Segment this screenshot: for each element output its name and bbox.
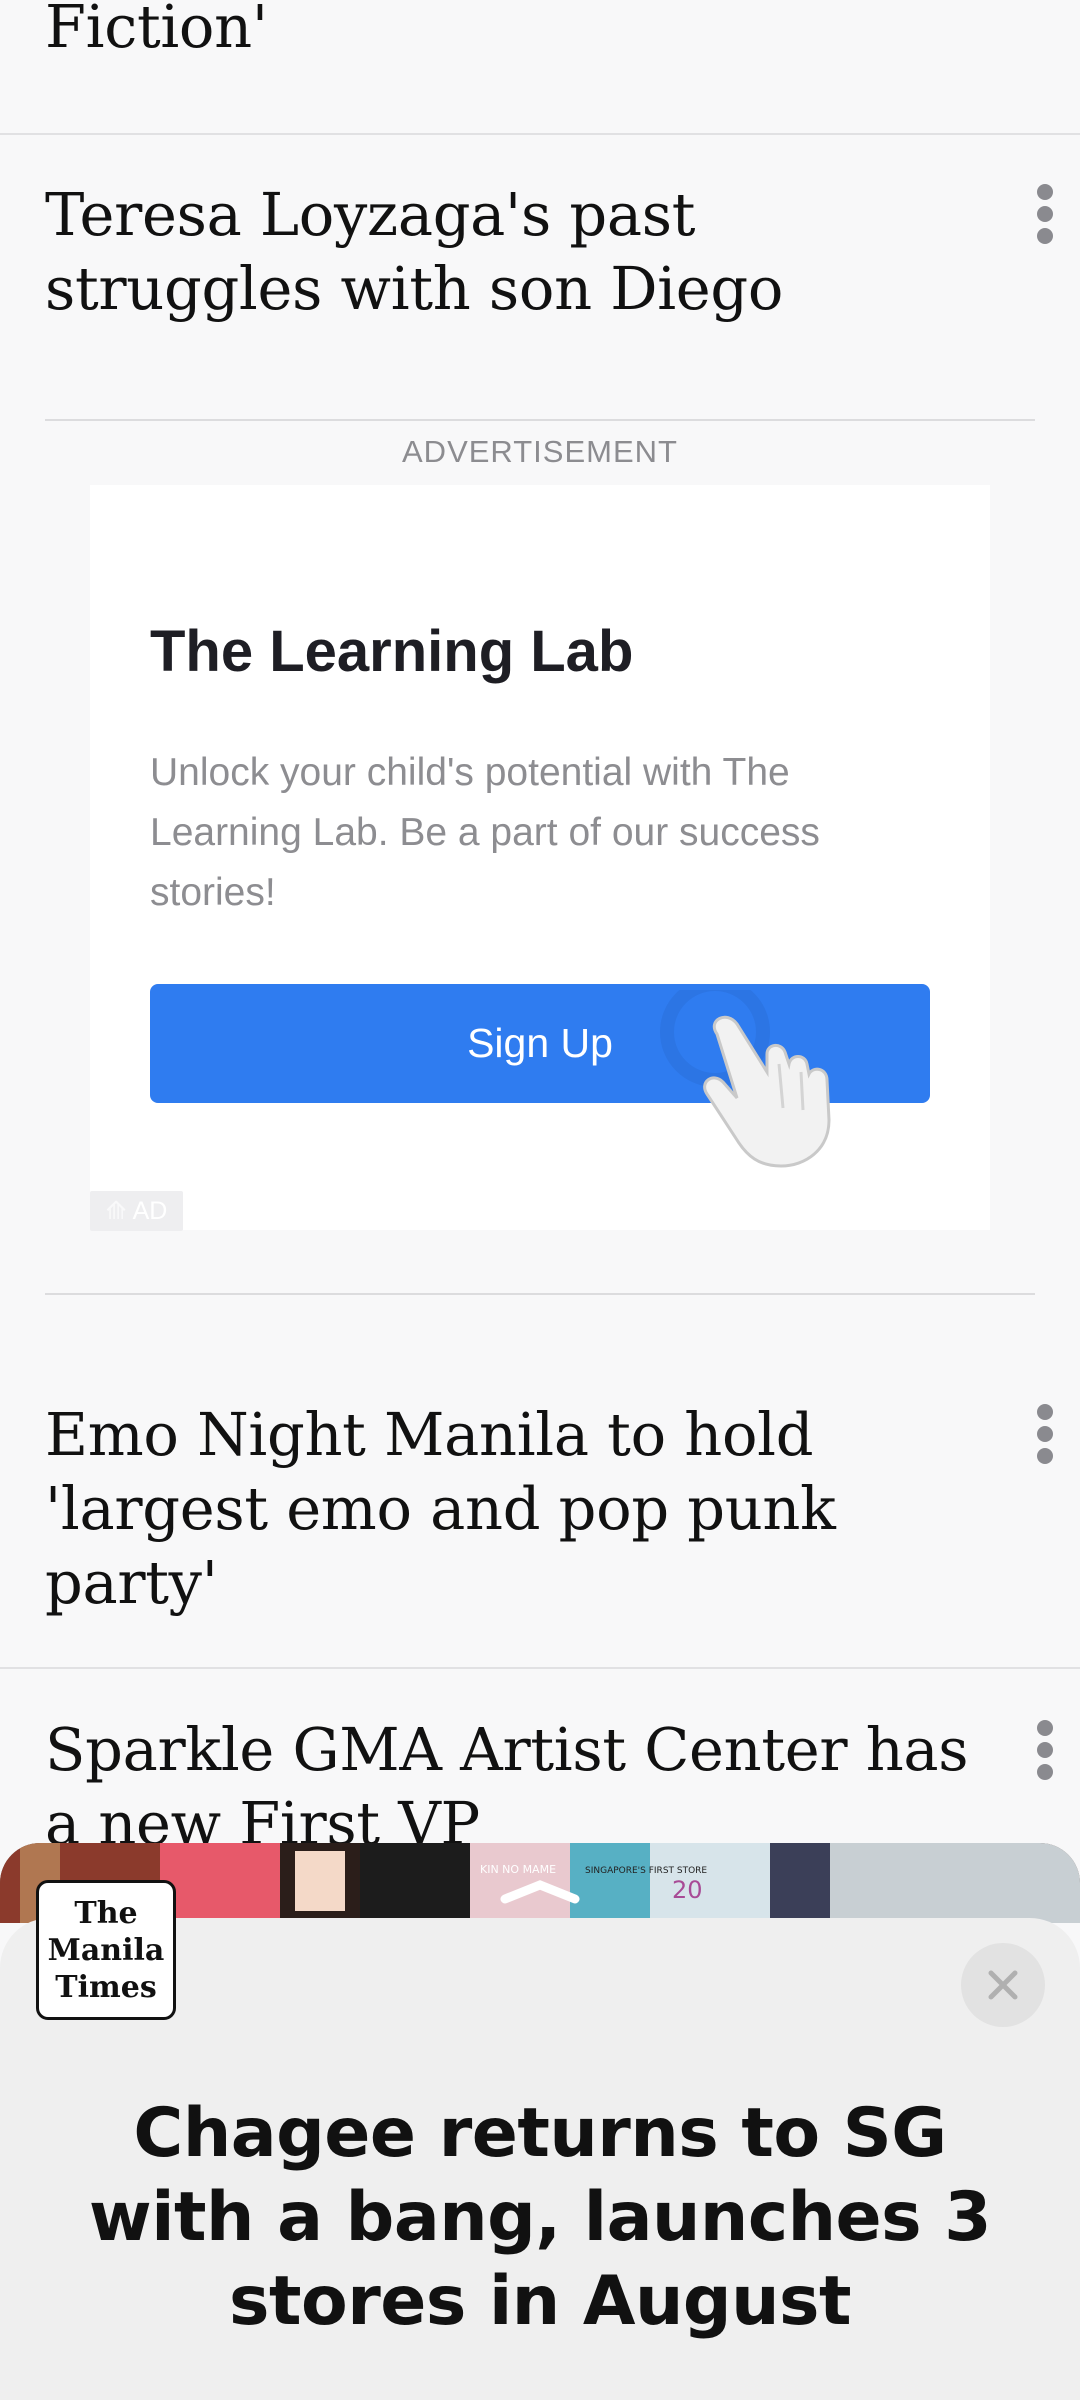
headline-item-3[interactable]: Emo Night Manila to hold 'largest emo an… (45, 1398, 990, 1620)
ad-badge[interactable]: ⟰ AD (90, 1191, 183, 1231)
logo-line: Manila (47, 1932, 165, 1968)
more-options-icon[interactable] (1032, 1404, 1058, 1464)
story-title[interactable]: Chagee returns to SG with a bang, launch… (40, 2092, 1040, 2344)
ad-divider-top (45, 419, 1035, 421)
headline-item-2[interactable]: Teresa Loyzaga's past struggles with son… (45, 178, 990, 326)
advertisement-label: ADVERTISEMENT (402, 434, 678, 469)
ad-divider-bottom (45, 1293, 1035, 1295)
the-manila-times-logo: The Manila Times (36, 1880, 176, 2020)
photo-sign-text: 20 (672, 1876, 703, 1904)
more-options-icon[interactable] (1032, 184, 1058, 244)
photo-sign-text: KIN NO MAME (480, 1863, 556, 1876)
photo-sign-text: SINGAPORE'S FIRST STORE (585, 1866, 707, 1876)
ad-body-text: Unlock your child's potential with The L… (150, 751, 820, 914)
close-icon (988, 1970, 1018, 2000)
ad-badge-label: AD (132, 1196, 168, 1225)
close-button[interactable] (961, 1943, 1045, 2027)
logo-line: The (74, 1895, 138, 1931)
headline-item-4[interactable]: Sparkle GMA Artist Center has a new Firs… (45, 1713, 990, 1861)
sign-up-button-label: Sign Up (467, 1020, 613, 1066)
tap-hand-icon (660, 990, 831, 1168)
headline-item-1[interactable]: Fiction' (45, 0, 990, 64)
more-options-icon[interactable] (1032, 1720, 1058, 1780)
ad-card[interactable]: The Learning Lab Unlock your child's pot… (90, 485, 990, 1231)
divider (0, 1667, 1080, 1669)
divider (0, 133, 1080, 135)
logo-line: Times (55, 1969, 157, 2005)
ad-title: The Learning Lab (150, 619, 634, 684)
